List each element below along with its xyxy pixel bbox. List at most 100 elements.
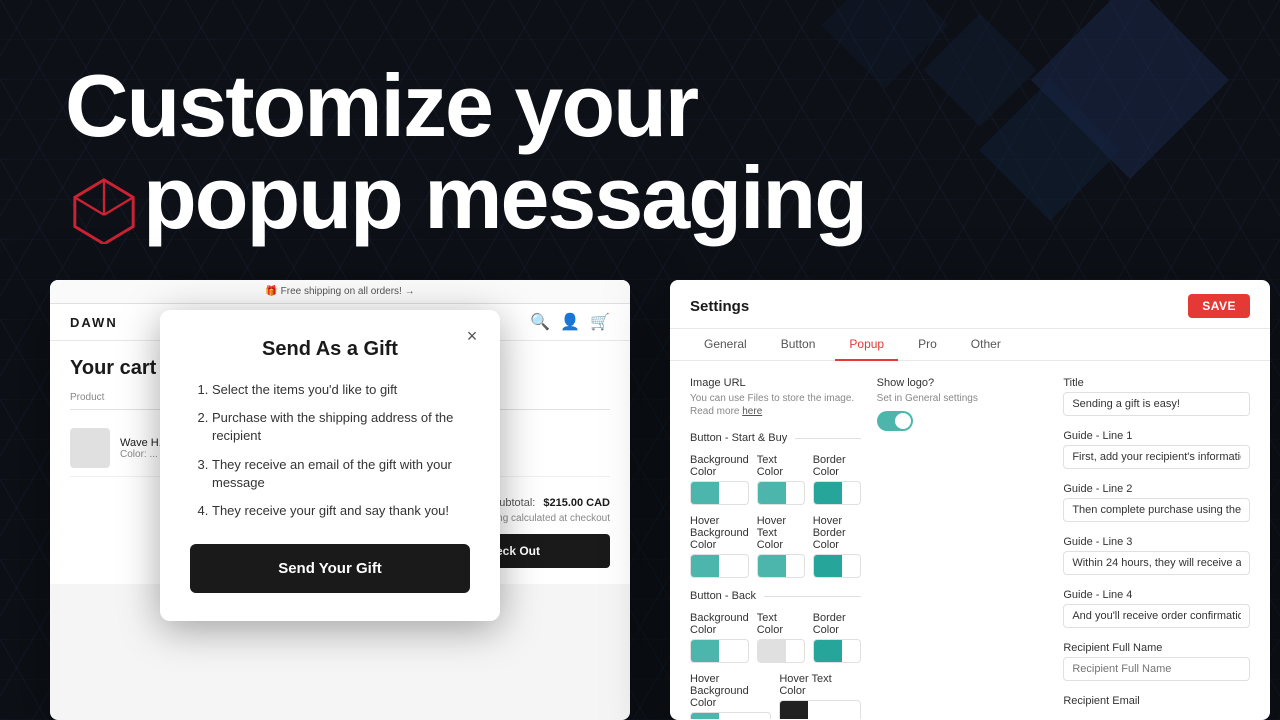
recipient-name-group: Recipient Full Name bbox=[1063, 642, 1250, 681]
hover-border-swatch-row[interactable] bbox=[813, 554, 861, 578]
image-url-link[interactable]: here bbox=[742, 406, 762, 417]
settings-col-2: Show logo? Set in General settings bbox=[877, 377, 1064, 719]
search-icon[interactable]: 🔍 bbox=[530, 312, 550, 332]
popup-step-3: They receive an email of the gift with y… bbox=[212, 456, 470, 492]
back-bg-field: Background Color bbox=[690, 612, 749, 663]
settings-tabs[interactable]: General Button Popup Pro Other bbox=[670, 329, 1270, 361]
show-logo-sublabel: Set in General settings bbox=[877, 392, 1048, 405]
free-shipping-text: 🎁 Free shipping on all orders! → bbox=[265, 286, 414, 297]
title-input[interactable] bbox=[1063, 392, 1250, 416]
hover-text-swatch-row[interactable] bbox=[757, 554, 805, 578]
cube-icon bbox=[69, 174, 139, 244]
hero-line2: popup messaging bbox=[143, 148, 866, 247]
tab-button[interactable]: Button bbox=[767, 329, 830, 361]
show-logo-group: Show logo? Set in General settings bbox=[877, 377, 1048, 431]
hover-text-color-field: Hover Text Color bbox=[757, 515, 805, 578]
title-field-label: Title bbox=[1063, 377, 1250, 389]
bg-color-field: Background Color bbox=[690, 454, 749, 505]
back-hover-bg-field: Hover Background Color bbox=[690, 673, 771, 719]
back-bg-label: Background Color bbox=[690, 612, 749, 636]
recipient-name-label: Recipient Full Name bbox=[1063, 642, 1250, 654]
recipient-email-group: Recipient Email bbox=[1063, 695, 1250, 707]
hover-border-color-field: Hover Border Color bbox=[813, 515, 861, 578]
popup-step-4: They receive your gift and say thank you… bbox=[212, 502, 470, 520]
image-url-sublabel: You can use Files to store the image. Re… bbox=[690, 392, 861, 418]
popup-steps-list: Select the items you'd like to gift Purc… bbox=[190, 381, 470, 520]
guide-line4-group: Guide - Line 4 bbox=[1063, 589, 1250, 628]
cart-icon[interactable]: 🛒 bbox=[590, 312, 610, 332]
hero-line1: Customize your bbox=[65, 56, 697, 155]
back-text-field: Text Color bbox=[757, 612, 805, 663]
back-text-label: Text Color bbox=[757, 612, 805, 636]
border-color-swatch-row[interactable] bbox=[813, 481, 861, 505]
image-url-group: Image URL You can use Files to store the… bbox=[690, 377, 861, 418]
guide1-input[interactable] bbox=[1063, 445, 1250, 469]
settings-title: Settings bbox=[690, 298, 749, 315]
guide1-label: Guide - Line 1 bbox=[1063, 430, 1250, 442]
recipient-name-input[interactable] bbox=[1063, 657, 1250, 681]
popup-title: Send As a Gift bbox=[190, 338, 470, 361]
account-icon[interactable]: 👤 bbox=[560, 312, 580, 332]
save-button[interactable]: SAVE bbox=[1188, 294, 1250, 318]
settings-header: Settings SAVE bbox=[670, 280, 1270, 329]
show-logo-label: Show logo? bbox=[877, 377, 1048, 389]
text-color-swatch bbox=[758, 482, 786, 504]
back-bg-swatch-row[interactable] bbox=[690, 639, 749, 663]
guide-line3-group: Guide - Line 3 bbox=[1063, 536, 1250, 575]
guide4-label: Guide - Line 4 bbox=[1063, 589, 1250, 601]
text-color-field: Text Color bbox=[757, 454, 805, 505]
back-hover-bg-swatch-row[interactable] bbox=[690, 712, 771, 719]
popup-step-2: Purchase with the shipping address of th… bbox=[212, 409, 470, 445]
popup-close-button[interactable]: × bbox=[460, 324, 484, 348]
show-logo-toggle[interactable] bbox=[877, 411, 913, 431]
text-color-label: Text Color bbox=[757, 454, 805, 478]
bg-color-swatch-row[interactable] bbox=[690, 481, 749, 505]
text-color-swatch-row[interactable] bbox=[757, 481, 805, 505]
back-border-field: Border Color bbox=[813, 612, 861, 663]
tab-popup[interactable]: Popup bbox=[835, 329, 898, 361]
guide2-label: Guide - Line 2 bbox=[1063, 483, 1250, 495]
hover-bg-color-field: Hover Background Color bbox=[690, 515, 749, 578]
guide3-input[interactable] bbox=[1063, 551, 1250, 575]
hover-bg-swatch-row[interactable] bbox=[690, 554, 749, 578]
guide3-label: Guide - Line 3 bbox=[1063, 536, 1250, 548]
subtotal-value: $215.00 CAD bbox=[543, 497, 610, 509]
back-hover-text-label: Hover Text Color bbox=[779, 673, 860, 697]
back-hover-text-swatch-row[interactable] bbox=[779, 700, 860, 719]
hover-text-label: Hover Text Color bbox=[757, 515, 805, 551]
tab-general[interactable]: General bbox=[690, 329, 761, 361]
back-border-label: Border Color bbox=[813, 612, 861, 636]
bg-color-swatch bbox=[691, 482, 719, 504]
hero-title: Customize your popup messaging bbox=[65, 60, 866, 245]
border-color-label: Border Color bbox=[813, 454, 861, 478]
store-logo: DAWN bbox=[70, 315, 118, 330]
back-border-swatch-row[interactable] bbox=[813, 639, 861, 663]
settings-panel: Settings SAVE General Button Popup Pro O… bbox=[670, 280, 1270, 720]
hero-line2-container: popup messaging bbox=[65, 148, 866, 247]
hover-text-swatch bbox=[758, 555, 786, 577]
tab-pro[interactable]: Pro bbox=[904, 329, 951, 361]
guide4-input[interactable] bbox=[1063, 604, 1250, 628]
col-empty2 bbox=[502, 392, 610, 403]
btn-start-colors-row1: Background Color Text Color Border Color bbox=[690, 454, 861, 505]
show-logo-toggle-container bbox=[877, 411, 1048, 431]
gift-popup-modal: × Send As a Gift Select the items you'd … bbox=[160, 310, 500, 621]
recipient-email-label: Recipient Email bbox=[1063, 695, 1250, 707]
send-gift-button[interactable]: Send Your Gift bbox=[190, 544, 470, 593]
store-nav-icons: 🔍 👤 🛒 bbox=[530, 312, 610, 332]
hover-bg-label: Hover Background Color bbox=[690, 515, 749, 551]
popup-step-1: Select the items you'd like to gift bbox=[212, 381, 470, 399]
tab-other[interactable]: Other bbox=[957, 329, 1015, 361]
title-field-group: Title bbox=[1063, 377, 1250, 416]
border-color-swatch bbox=[814, 482, 842, 504]
btn-back-section-label: Button - Back bbox=[690, 590, 861, 602]
hover-border-swatch bbox=[814, 555, 842, 577]
back-text-swatch-row[interactable] bbox=[757, 639, 805, 663]
guide-line2-group: Guide - Line 2 bbox=[1063, 483, 1250, 522]
back-text-swatch bbox=[758, 640, 786, 662]
guide2-input[interactable] bbox=[1063, 498, 1250, 522]
back-bg-swatch bbox=[691, 640, 719, 662]
settings-body: Image URL You can use Files to store the… bbox=[670, 361, 1270, 719]
back-hover-bg-swatch bbox=[691, 713, 719, 719]
settings-col-3: Title Guide - Line 1 Guide - Line 2 Guid… bbox=[1063, 377, 1250, 719]
